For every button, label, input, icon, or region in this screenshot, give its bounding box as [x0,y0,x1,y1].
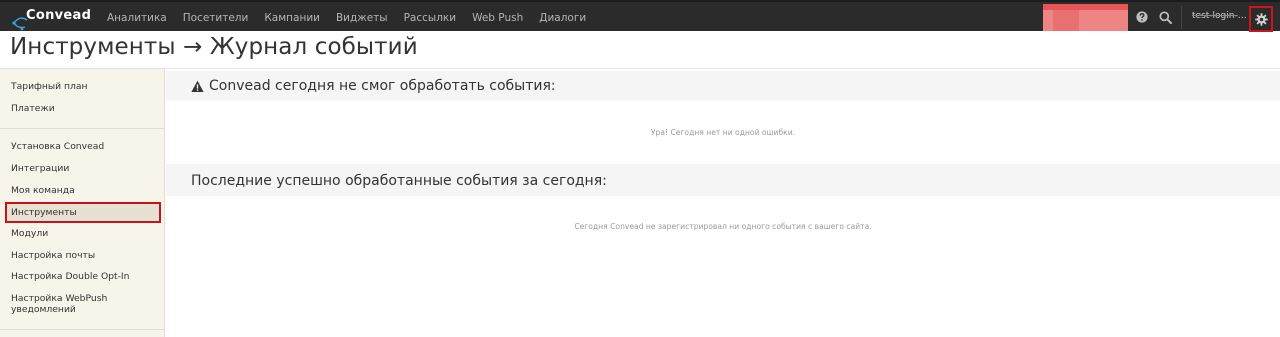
sidebar-item-payments[interactable]: Платежи [11,103,55,114]
title-divider [0,68,1280,69]
nav-visitors[interactable]: Посетители [183,12,249,24]
sidebar-item-mail-settings[interactable]: Настройка почты [11,250,95,261]
nav-mailings[interactable]: Рассылки [404,12,456,24]
nav-web-push[interactable]: Web Push [472,12,523,24]
nav-campaigns[interactable]: Кампании [264,12,320,24]
sidebar-divider [0,329,164,330]
gear-icon [1254,12,1268,26]
convead-logo[interactable]: Convead [8,6,98,31]
events-section-title: Последние успешно обработанные события з… [191,173,607,189]
toolbar-divider [1181,6,1182,29]
sidebar-item-install[interactable]: Установка Convead [11,141,104,152]
sidebar-item-modules[interactable]: Модули [11,228,48,239]
question-circle-icon[interactable] [1134,9,1150,25]
brand-name: Convead [26,8,92,23]
events-empty-message: Сегодня Convead не зарегистрировал ни од… [574,222,872,231]
nav-dialogs[interactable]: Диалоги [539,12,586,24]
nav-widgets[interactable]: Виджеты [336,12,388,24]
errors-title-text: Convead сегодня не смог обработать событ… [209,78,556,94]
errors-section-title: Convead сегодня не смог обработать событ… [191,78,556,94]
warning-icon [191,80,204,92]
sidebar-item-team[interactable]: Моя команда [11,185,75,196]
main-nav: Аналитика Посетители Кампании Виджеты Ра… [107,2,602,33]
convead-logo-icon [12,17,28,31]
sidebar-item-webpush[interactable]: Настройка WebPush уведомлений [11,293,121,315]
settings-button[interactable] [1249,6,1273,32]
user-menu[interactable]: test-login-convead [1192,11,1248,21]
sidebar-item-double-opt-in[interactable]: Настройка Double Opt-In [11,271,129,282]
sidebar-item-tariff[interactable]: Тарифный план [11,81,88,92]
settings-sidebar: Тарифный план Платежи Установка Convead … [0,69,165,337]
events-section-header: Последние успешно обработанные события з… [166,164,1280,196]
notification-block[interactable] [1043,4,1128,31]
sidebar-divider [0,128,164,129]
errors-section-header: Convead сегодня не смог обработать событ… [166,71,1280,101]
page-title: Инструменты → Журнал событий [10,34,418,60]
search-icon[interactable] [1157,9,1173,25]
nav-analytics[interactable]: Аналитика [107,12,167,24]
top-navbar: Convead Аналитика Посетители Кампании Ви… [0,0,1280,33]
sidebar-item-tools[interactable]: Инструменты [5,202,161,223]
sidebar-item-integrations[interactable]: Интеграции [11,163,69,174]
errors-empty-message: Ура! Сегодня нет ни одной ошибки. [650,128,796,137]
sidebar-item-label: Инструменты [11,207,77,218]
